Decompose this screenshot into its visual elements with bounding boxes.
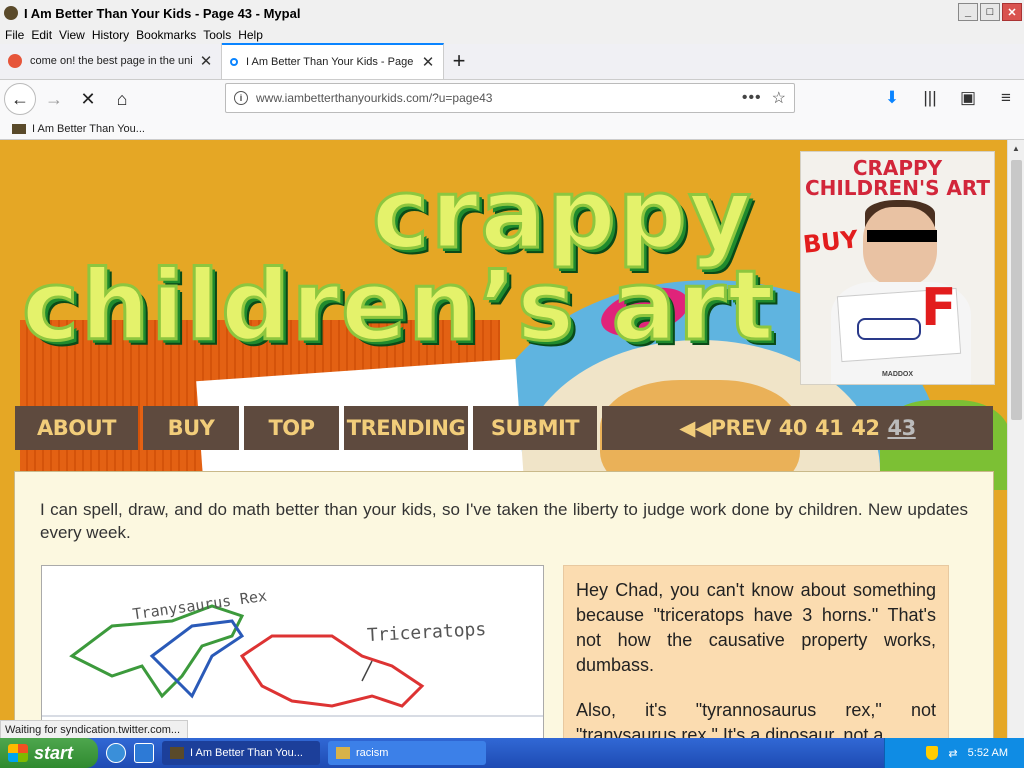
- library-icon[interactable]: |||: [916, 84, 944, 112]
- menu-view[interactable]: View: [58, 28, 91, 42]
- tab-bar: come on! the best page in the uni ✕ I Am…: [0, 43, 1024, 80]
- label-arrow: [361, 660, 373, 682]
- taskbar-item-browser[interactable]: I Am Better Than You...: [162, 741, 320, 765]
- start-button[interactable]: start: [0, 738, 98, 768]
- nav-buy[interactable]: BUY: [143, 406, 239, 450]
- page-content: crappy children’s art CRAPPY CHILDREN'S …: [0, 140, 1007, 738]
- comment-paragraph: Also, it's "tyrannosaurus rex," not "tra…: [576, 700, 936, 738]
- car-drawing: [857, 318, 921, 340]
- menu-help[interactable]: Help: [237, 28, 269, 42]
- start-label: start: [34, 742, 74, 763]
- taskbar-item-label: racism: [356, 747, 389, 759]
- status-bar: Waiting for syndication.twitter.com...: [0, 720, 188, 740]
- menu-tools[interactable]: Tools: [202, 28, 237, 42]
- windows-logo-icon: [8, 744, 28, 762]
- home-button[interactable]: ⌂: [106, 83, 138, 115]
- red-dino-drawing: [239, 634, 425, 708]
- windows-taskbar: start I Am Better Than You... racism ⇄ 5…: [0, 738, 1024, 768]
- menu-edit[interactable]: Edit: [30, 28, 58, 42]
- pager: ◀◀PREV 40 41 42 43: [602, 406, 993, 450]
- buy-label: BUY: [801, 225, 860, 259]
- forward-button[interactable]: →: [38, 83, 70, 115]
- maximize-button[interactable]: □: [980, 3, 1000, 21]
- menu-hamburger-icon[interactable]: ≡: [992, 84, 1020, 112]
- window-controls: _ □ ✕: [958, 3, 1022, 21]
- explorer-quicklaunch-icon[interactable]: [134, 743, 154, 763]
- menu-file[interactable]: File: [4, 28, 30, 42]
- url-input[interactable]: [256, 91, 732, 105]
- tab-loading-icon: [230, 58, 238, 66]
- browser-task-icon: [170, 747, 184, 759]
- book-title: CRAPPY CHILDREN'S ART: [804, 156, 991, 200]
- bookmark-star-icon[interactable]: ☆: [772, 88, 786, 108]
- bookmark-item[interactable]: I Am Better Than You...: [32, 123, 145, 135]
- minimize-button[interactable]: _: [958, 3, 978, 21]
- close-button[interactable]: ✕: [1002, 3, 1022, 21]
- pager-page[interactable]: 40: [779, 416, 808, 440]
- artwork-svg: [42, 604, 543, 717]
- tab-2[interactable]: I Am Better Than Your Kids - Page ✕: [222, 43, 444, 79]
- downloads-icon[interactable]: ⬇: [878, 84, 906, 112]
- site-logo-line2[interactable]: children’s art: [21, 249, 776, 364]
- tab-label: come on! the best page in the uni: [30, 55, 193, 67]
- ie-quicklaunch-icon[interactable]: [106, 743, 126, 763]
- menu-bar: File Edit View History Bookmarks Tools H…: [0, 26, 1024, 44]
- tab-label: I Am Better Than Your Kids - Page: [246, 56, 414, 68]
- book-author: MADDOX: [881, 371, 914, 378]
- censor-bar: [867, 230, 937, 242]
- new-tab-button[interactable]: +: [444, 43, 474, 79]
- pager-current: 43: [887, 416, 916, 440]
- tab-1[interactable]: come on! the best page in the uni ✕: [0, 43, 222, 79]
- menu-history[interactable]: History: [91, 28, 135, 42]
- page-scrollbar[interactable]: ▲: [1007, 140, 1024, 738]
- nav-about[interactable]: ABOUT: [15, 406, 138, 450]
- app-icon: [4, 6, 18, 20]
- taskbar-item-label: I Am Better Than You...: [190, 747, 303, 759]
- kid-artwork-image: Tranysaurus Rex Triceratops: [41, 565, 544, 738]
- tab-close-icon[interactable]: ✕: [199, 52, 213, 70]
- page-actions-icon[interactable]: •••: [742, 89, 762, 107]
- comment-box: Hey Chad, you can't know about something…: [563, 565, 949, 738]
- nav-trending[interactable]: TRENDING: [344, 406, 468, 450]
- url-bar[interactable]: i ••• ☆: [225, 83, 795, 113]
- navigation-bar: ← → ✕ ⌂ i ••• ☆ ⬇ ||| ▣ ≡: [0, 80, 1024, 118]
- book-cover-ad[interactable]: CRAPPY CHILDREN'S ART F BUY MADDOX: [800, 151, 995, 385]
- crown-icon: [12, 123, 26, 134]
- taskbar-item-folder[interactable]: racism: [328, 741, 486, 765]
- scroll-thumb[interactable]: [1011, 160, 1022, 420]
- security-shield-icon[interactable]: [926, 746, 939, 760]
- stop-button[interactable]: ✕: [72, 83, 104, 115]
- site-nav: ABOUT BUY TOP TRENDING SUBMIT ◀◀PREV 40 …: [15, 406, 993, 450]
- system-tray: ⇄ 5:52 AM: [884, 738, 1024, 768]
- tab-favicon-icon: [8, 54, 22, 68]
- pager-prev[interactable]: ◀◀PREV: [679, 416, 771, 440]
- window-titlebar: I Am Better Than Your Kids - Page 43 - M…: [0, 0, 1024, 26]
- folder-icon: [336, 747, 350, 759]
- scroll-up-icon[interactable]: ▲: [1008, 140, 1024, 157]
- blue-dino-drawing: [149, 619, 245, 699]
- sidebar-icon[interactable]: ▣: [954, 84, 982, 112]
- nav-top[interactable]: TOP: [244, 406, 339, 450]
- grade-letter: F: [921, 278, 957, 338]
- kid-face: [863, 207, 937, 287]
- bookmarks-toolbar: I Am Better Than You...: [0, 118, 1024, 140]
- clock[interactable]: 5:52 AM: [968, 747, 1008, 759]
- comment-paragraph: Hey Chad, you can't know about something…: [576, 580, 936, 675]
- site-info-icon[interactable]: i: [234, 91, 248, 105]
- pager-page[interactable]: 42: [851, 416, 880, 440]
- network-icon[interactable]: ⇄: [948, 747, 957, 760]
- main-panel: I can spell, draw, and do math better th…: [14, 471, 994, 738]
- menu-bookmarks[interactable]: Bookmarks: [135, 28, 202, 42]
- tab-close-icon[interactable]: ✕: [421, 53, 435, 71]
- window-title: I Am Better Than Your Kids - Page 43 - M…: [24, 5, 301, 21]
- intro-text: I can spell, draw, and do math better th…: [40, 500, 968, 542]
- pager-page[interactable]: 41: [815, 416, 844, 440]
- nav-submit[interactable]: SUBMIT: [473, 406, 597, 450]
- toolbar-right: ⬇ ||| ▣ ≡: [878, 84, 1020, 112]
- back-button[interactable]: ←: [4, 83, 36, 115]
